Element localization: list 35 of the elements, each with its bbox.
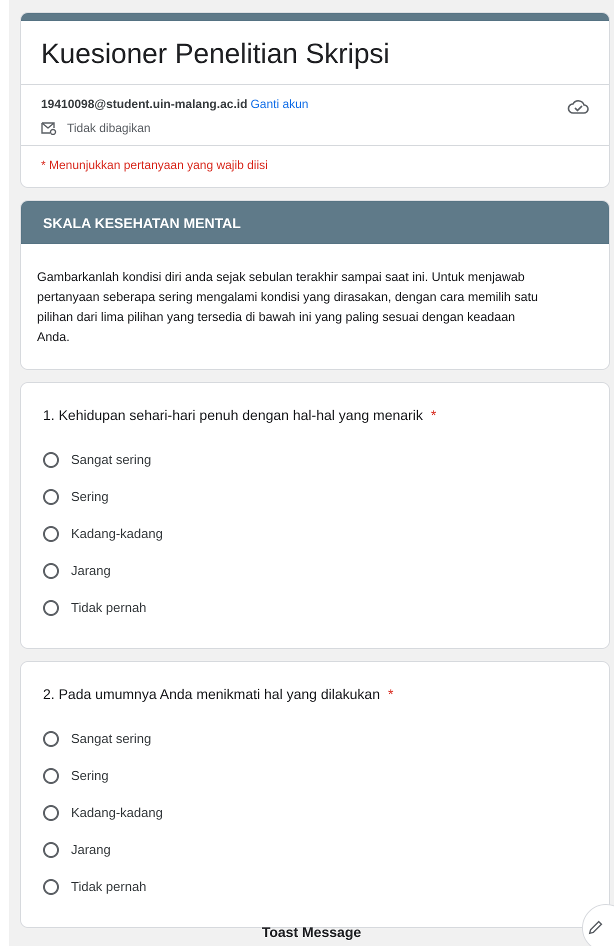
form-title: Kuesioner Penelitian Skripsi [21, 21, 609, 85]
option-label: Tidak pernah [71, 600, 146, 615]
required-mark: * [430, 407, 436, 423]
option-label: Kadang-kadang [71, 805, 163, 820]
radio-button[interactable] [43, 842, 59, 858]
option-label: Sangat sering [71, 731, 152, 746]
option-label: Sangat sering [71, 452, 152, 467]
radio-button[interactable] [43, 768, 59, 784]
radio-button[interactable] [43, 600, 59, 616]
account-email: 19410098@student.uin-malang.ac.id [41, 97, 248, 111]
pencil-icon [587, 918, 605, 936]
radio-button[interactable] [43, 526, 59, 542]
question-text: 2. Pada umumnya Anda menikmati hal yang dilakukan [43, 686, 380, 702]
required-note: * Menunjukkan pertanyaan yang wajib diisi [40, 157, 269, 174]
section-title: SKALA KESEHATAN MENTAL [43, 215, 241, 231]
section-description: Gambarkanlah kondisi diri anda sejak sebulan terakhir sampai saat ini. Untuk menjawab pertanyaan seberapa sering mengalami kondisi yang dirasakan, dengan cara memilih satu pilihan dari lima pilihan yang tersedia di bawah ini yang paling sesuai dengan keadaan Anda. [36, 269, 539, 346]
option-label: Sering [71, 768, 109, 783]
radio-button[interactable] [43, 488, 59, 504]
option-label: Kadang-kadang [71, 526, 163, 541]
option-label: Jarang [71, 842, 111, 857]
option-label: Jarang [71, 563, 111, 578]
radio-button[interactable] [43, 452, 59, 468]
cloud-saved-icon [567, 99, 589, 115]
required-mark: * [388, 686, 394, 702]
radio-button[interactable] [43, 804, 59, 820]
question-text: 1. Kehidupan sehari-hari penuh dengan hal-hal yang menarik [43, 407, 423, 423]
option-label: Tidak pernah [71, 879, 146, 894]
switch-account-link[interactable]: Ganti akun [250, 97, 308, 111]
radio-button[interactable] [43, 562, 59, 578]
mail-icon [41, 121, 57, 135]
option-label: Sering [71, 489, 109, 504]
sharing-status: Tidak dibagikan [67, 121, 151, 135]
radio-button[interactable] [43, 730, 59, 746]
radio-button[interactable] [43, 878, 59, 894]
toast-message: Toast Message [262, 924, 362, 940]
